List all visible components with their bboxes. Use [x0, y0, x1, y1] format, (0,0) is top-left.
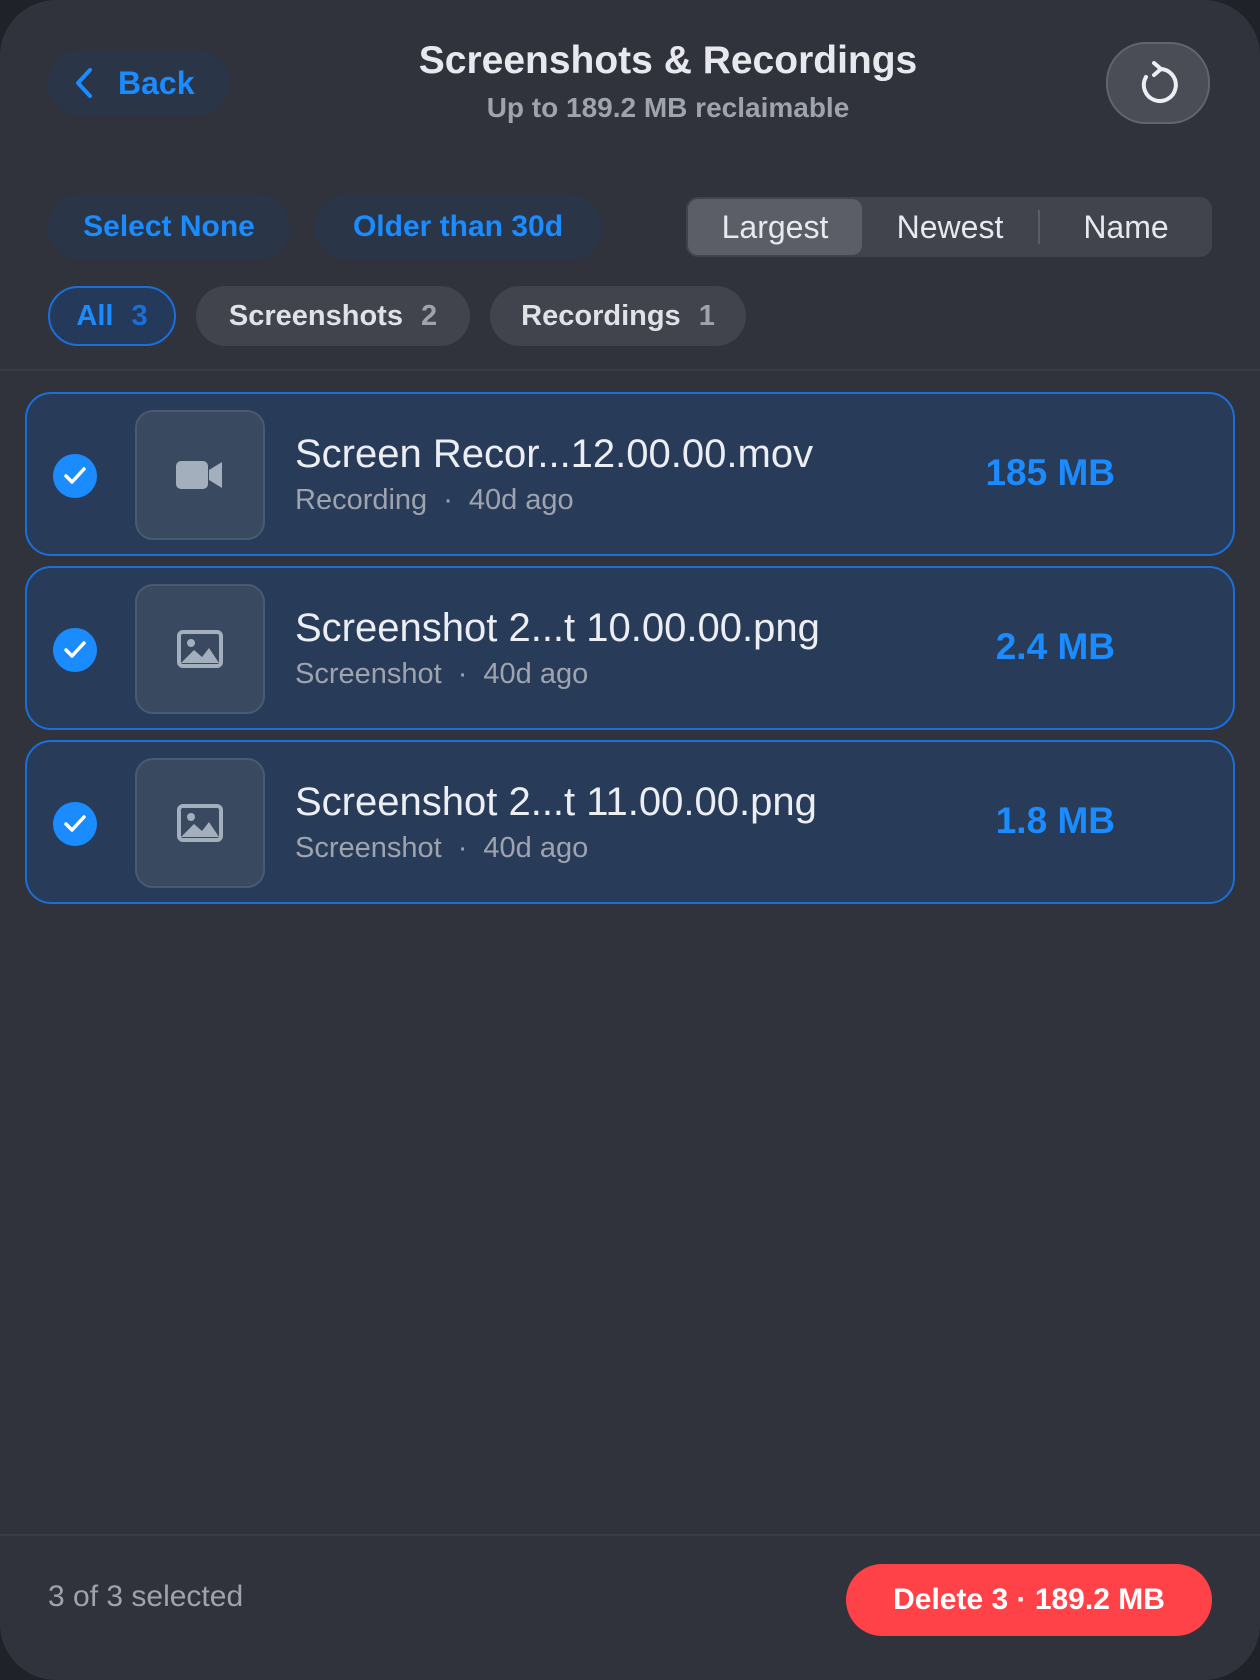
file-size: 2.4 MB: [995, 626, 1115, 667]
file-thumbnail: [135, 758, 265, 888]
page-title: Screenshots & Recordings: [418, 39, 918, 82]
file-meta: Screenshot · 40d ago: [295, 832, 588, 865]
file-row[interactable]: Screenshot 2...t 11.00.00.png Screenshot…: [25, 740, 1235, 904]
filter-chip-all[interactable]: All 3: [48, 286, 176, 346]
sort-largest[interactable]: Largest: [688, 199, 862, 255]
sort-segmented-control: Largest Newest Name: [686, 197, 1212, 257]
video-camera-icon: [176, 461, 222, 489]
file-meta: Screenshot · 40d ago: [295, 658, 588, 691]
file-row[interactable]: Screen Recor...12.00.00.mov Recording · 40…: [25, 392, 1235, 556]
back-button-label: Back: [118, 64, 195, 101]
checkmark-icon: [64, 641, 86, 658]
file-age: 40d ago: [483, 658, 589, 690]
image-icon: [177, 804, 223, 842]
checkmark-icon: [64, 467, 86, 484]
filter-chip-label: Screenshots: [228, 299, 403, 332]
file-meta: Recording · 40d ago: [295, 484, 574, 517]
filter-chip-count: 3: [131, 299, 148, 332]
checkmark-icon: [64, 815, 86, 832]
delete-button[interactable]: Delete 3 · 189.2 MB: [846, 1564, 1212, 1636]
file-type: Screenshot: [295, 832, 442, 864]
header-divider: [0, 369, 1260, 371]
selection-count: 3 of 3 selected: [48, 1580, 244, 1613]
file-type: Recording: [295, 484, 428, 516]
file-name: Screenshot 2...t 10.00.00.png: [295, 606, 820, 650]
file-age: 40d ago: [468, 484, 574, 516]
refresh-button[interactable]: [1106, 42, 1210, 124]
checkbox-checked[interactable]: [53, 628, 97, 672]
refresh-icon: [1141, 61, 1178, 103]
file-age: 40d ago: [483, 832, 589, 864]
checkbox-checked[interactable]: [53, 802, 97, 846]
select-none-button[interactable]: Select None: [48, 194, 290, 260]
filter-chip-label: All: [76, 299, 114, 332]
file-type: Screenshot: [295, 658, 442, 690]
file-thumbnail: [135, 410, 265, 540]
checkbox-checked[interactable]: [53, 454, 97, 498]
file-size: 185 MB: [985, 452, 1115, 493]
meta-separator: ·: [443, 484, 453, 516]
image-icon: [177, 630, 223, 668]
chevron-left-icon: [76, 68, 92, 98]
file-name: Screenshot 2...t 11.00.00.png: [295, 780, 817, 824]
file-name: Screen Recor...12.00.00.mov: [295, 432, 814, 476]
filter-chip-count: 2: [420, 299, 438, 332]
sort-newest[interactable]: Newest: [862, 199, 1038, 255]
older-than-30d-button[interactable]: Older than 30d: [314, 194, 602, 260]
filter-chip-label: Recordings: [521, 299, 681, 332]
meta-separator: ·: [457, 832, 468, 864]
app-window: Back Screenshots & Recordings Up to 189.…: [0, 0, 1260, 1680]
header-title-block: Screenshots & Recordings Up to 189.2 MB …: [260, 36, 1076, 128]
back-button[interactable]: Back: [48, 50, 230, 116]
filter-chip-count: 1: [698, 299, 715, 332]
file-thumbnail: [135, 584, 265, 714]
sort-name[interactable]: Name: [1040, 199, 1212, 255]
file-row[interactable]: Screenshot 2...t 10.00.00.png Screenshot…: [25, 566, 1235, 730]
page-subtitle: Up to 189.2 MB reclaimable: [486, 92, 850, 123]
file-size: 1.8 MB: [995, 800, 1115, 841]
filter-chip-screenshots[interactable]: Screenshots 2: [196, 286, 470, 346]
footer-divider: [0, 1534, 1260, 1536]
filter-chip-recordings[interactable]: Recordings 1: [490, 286, 746, 346]
meta-separator: ·: [457, 658, 468, 690]
